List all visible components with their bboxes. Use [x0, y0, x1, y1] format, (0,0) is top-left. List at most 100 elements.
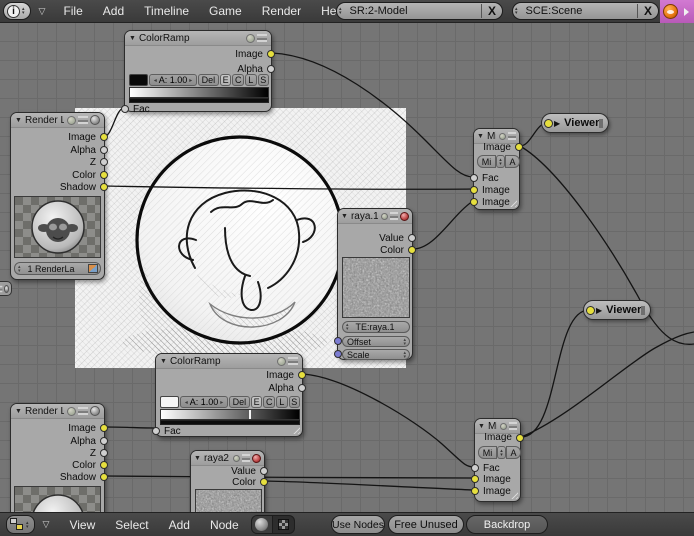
socket-shadow-output[interactable] — [100, 473, 108, 481]
ramp-flag-s[interactable]: S — [288, 396, 301, 408]
use-nodes-button[interactable]: Use Nodes — [331, 515, 385, 534]
texture-name[interactable]: TE:raya.1 — [352, 322, 409, 332]
scene-selector[interactable]: ▴ ▾ SCE:Scene X — [512, 2, 659, 20]
node-menu-icon[interactable] — [599, 118, 604, 128]
layer-name[interactable]: 1 RenderLa — [24, 264, 88, 274]
node-texture-raya1[interactable]: ▼ raya.1 Value Color ▴ ▾ TE:raya.1 Offset… — [334, 208, 416, 360]
plus-icon[interactable] — [67, 406, 76, 416]
node-menu-icon[interactable] — [78, 116, 88, 124]
socket-image-output[interactable] — [100, 424, 108, 432]
socket-fac-input[interactable] — [470, 174, 478, 182]
collapsed-node-arrow-icon[interactable]: ▶ — [596, 306, 602, 315]
node-menu-icon[interactable] — [78, 407, 88, 415]
node-menu-icon[interactable] — [641, 305, 646, 315]
node-mix-2[interactable]: ▼ Mix Image Mi ▴▾ A Fac Image Image — [471, 418, 524, 502]
socket-z-output[interactable] — [100, 449, 108, 457]
menu-add[interactable]: Add — [101, 4, 126, 18]
mix-mode-stepper[interactable]: ▴ ▾ — [496, 155, 505, 168]
panel-collapse-icon[interactable]: ▽ — [39, 6, 46, 17]
window-type-stepper[interactable]: ▴ ▾ — [20, 7, 27, 16]
node-menu-icon[interactable] — [288, 357, 298, 365]
node-texture-raya2[interactable]: ▼ raya2 Value Color — [190, 450, 268, 512]
collapse-icon[interactable]: ▼ — [129, 35, 136, 42]
collapse-icon[interactable]: ▼ — [15, 408, 22, 415]
socket-image2-input[interactable] — [470, 198, 478, 206]
socket-viewer-input[interactable] — [544, 119, 553, 128]
colorband-gradient[interactable] — [160, 409, 300, 420]
ramp-color-swatch[interactable] — [129, 74, 149, 86]
menu-timeline[interactable]: Timeline — [142, 4, 191, 18]
socket-image1-input[interactable] — [471, 475, 479, 483]
socket-image1-input[interactable] — [470, 186, 478, 194]
renderlayer-selector[interactable]: ▴ ▾ 1 RenderLa — [14, 262, 101, 275]
node-menu-icon[interactable] — [509, 422, 517, 430]
composite-nodes-toggle[interactable] — [272, 515, 295, 534]
ramp-flag-c[interactable]: C — [263, 396, 275, 408]
plus-icon[interactable] — [500, 422, 507, 430]
socket-alpha-output[interactable] — [100, 437, 108, 445]
ramp-flag-e[interactable]: E — [250, 396, 263, 408]
socket-image-output[interactable] — [267, 50, 275, 58]
texture-datablock-selector[interactable]: ▴ ▾ TE:raya.1 — [342, 321, 410, 333]
socket-viewer-input[interactable] — [586, 306, 595, 315]
ramp-flag-s[interactable]: S — [257, 74, 270, 86]
ramp-delete-button[interactable]: Del — [197, 74, 219, 86]
socket-image-output[interactable] — [100, 133, 108, 141]
backdrop-toggle-button[interactable]: Backdrop — [466, 515, 548, 534]
node-editor-canvas[interactable]: ▼ ColorRamp Image Alpha ◂ A: 1.00 ▸ Del E … — [0, 23, 694, 512]
ramp-flag-l[interactable]: L — [275, 396, 288, 408]
offset-vector-button[interactable]: Offset ▴ ▾ — [342, 336, 410, 347]
panel-collapse-icon[interactable]: ▽ — [43, 519, 50, 530]
screen-name-field[interactable]: SR:2-Model — [344, 5, 481, 17]
socket-offset-input[interactable] — [334, 337, 342, 345]
plus-icon[interactable] — [246, 33, 255, 43]
node-header[interactable]: ▼ Render Laye — [11, 404, 104, 419]
node-menu-icon[interactable] — [242, 454, 250, 462]
node-header[interactable]: ▼ ColorRamp — [156, 354, 302, 369]
scene-close-button[interactable]: X — [636, 4, 658, 18]
socket-z-output[interactable] — [100, 158, 108, 166]
ramp-flag-c[interactable]: C — [232, 74, 244, 86]
mix-mode-stepper[interactable]: ▴ ▾ — [497, 446, 506, 459]
screen-selector[interactable]: ▴ ▾ SR:2-Model X — [336, 2, 503, 20]
menu-file[interactable]: File — [61, 4, 84, 18]
offset-stepper-icon[interactable]: ▴ ▾ — [400, 337, 409, 346]
menu-node[interactable]: Node — [208, 518, 241, 532]
layer-stepper-icon[interactable]: ▴ ▾ — [15, 264, 24, 273]
shader-nodes-toggle[interactable] — [250, 515, 273, 534]
editor-type-stepper[interactable]: ▴ ▾ — [24, 520, 31, 529]
ramp-flag-l[interactable]: L — [244, 74, 257, 86]
socket-alpha-output[interactable] — [100, 146, 108, 154]
node-header[interactable]: ▼ ColorRamp — [125, 31, 271, 46]
socket-shadow-output[interactable] — [100, 183, 108, 191]
socket-image-output[interactable] — [516, 434, 524, 442]
node-mix-1[interactable]: ▼ Mix Image Mi ▴▾ A Fac Image Image — [470, 128, 523, 210]
mix-alpha-toggle[interactable]: A — [506, 446, 521, 459]
collapse-icon[interactable]: ▼ — [341, 213, 348, 220]
socket-value-output[interactable] — [408, 234, 416, 242]
ramp-alpha-field[interactable]: ◂ A: 1.00 ▸ — [149, 74, 197, 86]
clipped-node-header[interactable] — [0, 281, 12, 296]
socket-image-output[interactable] — [298, 371, 306, 379]
screen-close-button[interactable]: X — [480, 4, 502, 18]
texture-stepper-icon[interactable]: ▴ ▾ — [343, 323, 352, 332]
socket-alpha-output[interactable] — [298, 384, 306, 392]
socket-value-output[interactable] — [260, 467, 268, 475]
collapse-icon[interactable]: ▼ — [478, 423, 485, 430]
node-renderlayer-2[interactable]: ▼ Render Laye Image Alpha Z Color Shadow — [10, 403, 108, 512]
socket-alpha-output[interactable] — [267, 65, 275, 73]
plus-icon[interactable] — [381, 212, 388, 220]
mix-mode-control[interactable]: Mi ▴ ▾ A — [477, 155, 520, 168]
mix-mode-control[interactable]: Mi ▴ ▾ A — [478, 446, 521, 459]
plus-icon[interactable] — [277, 356, 286, 366]
menu-add[interactable]: Add — [167, 518, 192, 532]
node-menu-icon[interactable] — [390, 212, 398, 220]
node-renderlayer-1[interactable]: ▼ Render Laye Image Alpha Z Color Shadow — [10, 112, 108, 280]
socket-image-output[interactable] — [515, 143, 523, 151]
node-menu-icon[interactable] — [508, 132, 516, 140]
node-menu-icon[interactable] — [257, 34, 267, 42]
mix-mode-button[interactable]: Mi — [478, 446, 497, 459]
scene-name-field[interactable]: SCE:Scene — [520, 5, 637, 17]
ramp-flag-e[interactable]: E — [219, 74, 232, 86]
node-resize-grip[interactable] — [291, 425, 300, 434]
